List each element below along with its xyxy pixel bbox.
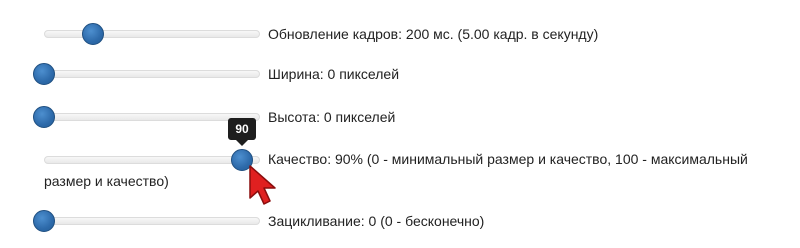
quality-value-tooltip: 90 [228,118,256,140]
slider-row-quality: Качество: 90% (0 - минимальный размер и … [0,147,800,193]
slider-track-quality[interactable] [44,156,260,164]
slider-thumb-frame-update[interactable] [82,23,104,45]
mouse-pointer-icon [249,165,276,205]
slider-row-loop: Зацикливание: 0 (0 - бесконечно) [0,209,800,233]
slider-label-loop: Зацикливание: 0 (0 - бесконечно) [268,213,485,229]
slider-track-frame-update[interactable] [44,30,260,38]
slider-row-height: Высота: 0 пикселей [0,105,800,129]
slider-thumb-loop[interactable] [33,210,55,232]
slider-row-width: Ширина: 0 пикселей [0,62,800,86]
slider-label-quality-line1: Качество: 90% (0 - минимальный размер и … [268,151,748,167]
slider-thumb-width[interactable] [33,63,55,85]
slider-label-quality-line2: размер и качество) [44,173,169,189]
slider-track-width[interactable] [44,70,260,78]
slider-thumb-height[interactable] [33,106,55,128]
tooltip-arrow [236,140,248,146]
slider-label-width: Ширина: 0 пикселей [268,66,400,82]
slider-label-height: Высота: 0 пикселей [268,109,396,125]
slider-row-frame-update: Обновление кадров: 200 мс. (5.00 кадр. в… [0,22,800,46]
slider-track-loop[interactable] [44,217,260,225]
slider-label-frame-update: Обновление кадров: 200 мс. (5.00 кадр. в… [268,26,599,42]
